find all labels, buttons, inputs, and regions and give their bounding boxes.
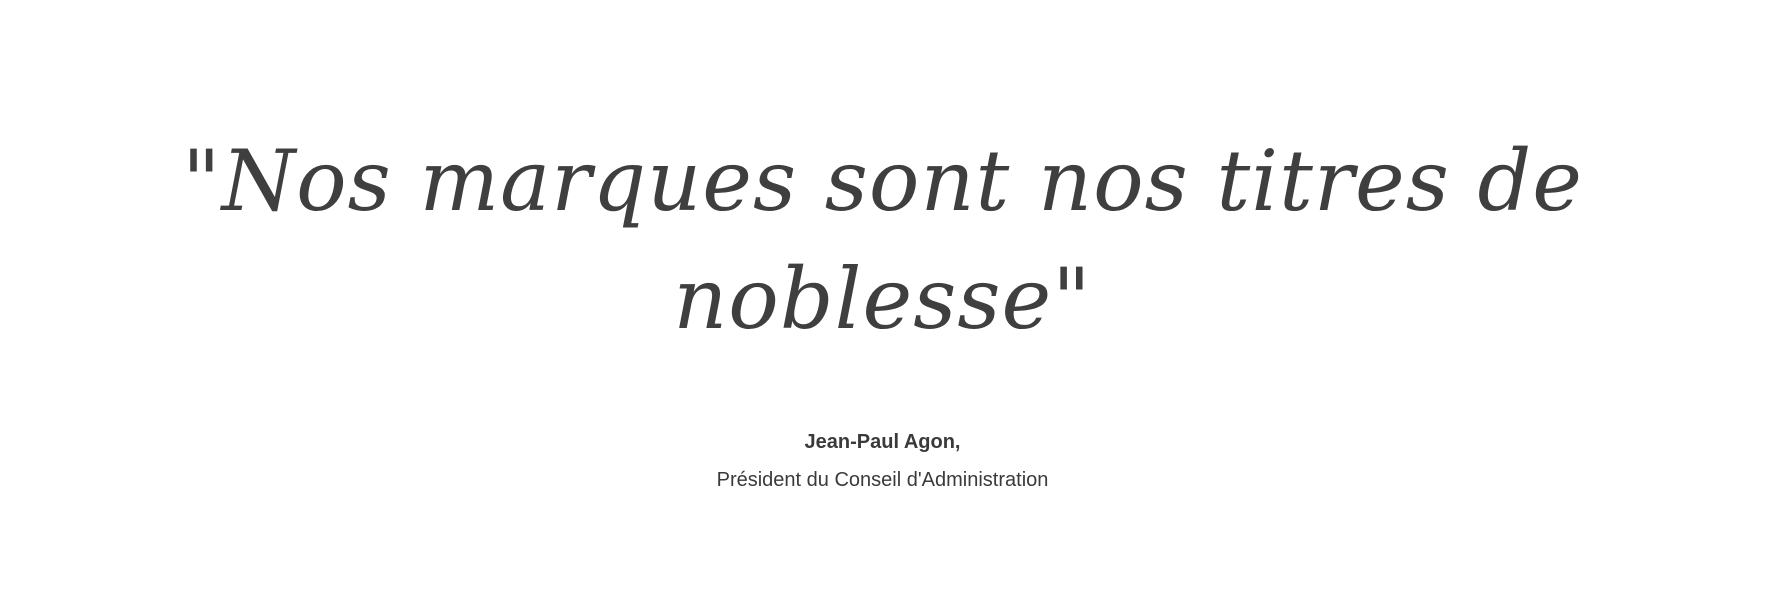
- quote-line-1: "Nos marques sont nos titres de: [181, 132, 1584, 230]
- author-name: Jean-Paul Agon,: [804, 431, 961, 453]
- quote-line-2: noblesse": [673, 250, 1092, 348]
- quote-section: "Nos marques sont nos titres de noblesse…: [0, 0, 1765, 590]
- author-title: Président du Conseil d'Administration: [716, 469, 1049, 491]
